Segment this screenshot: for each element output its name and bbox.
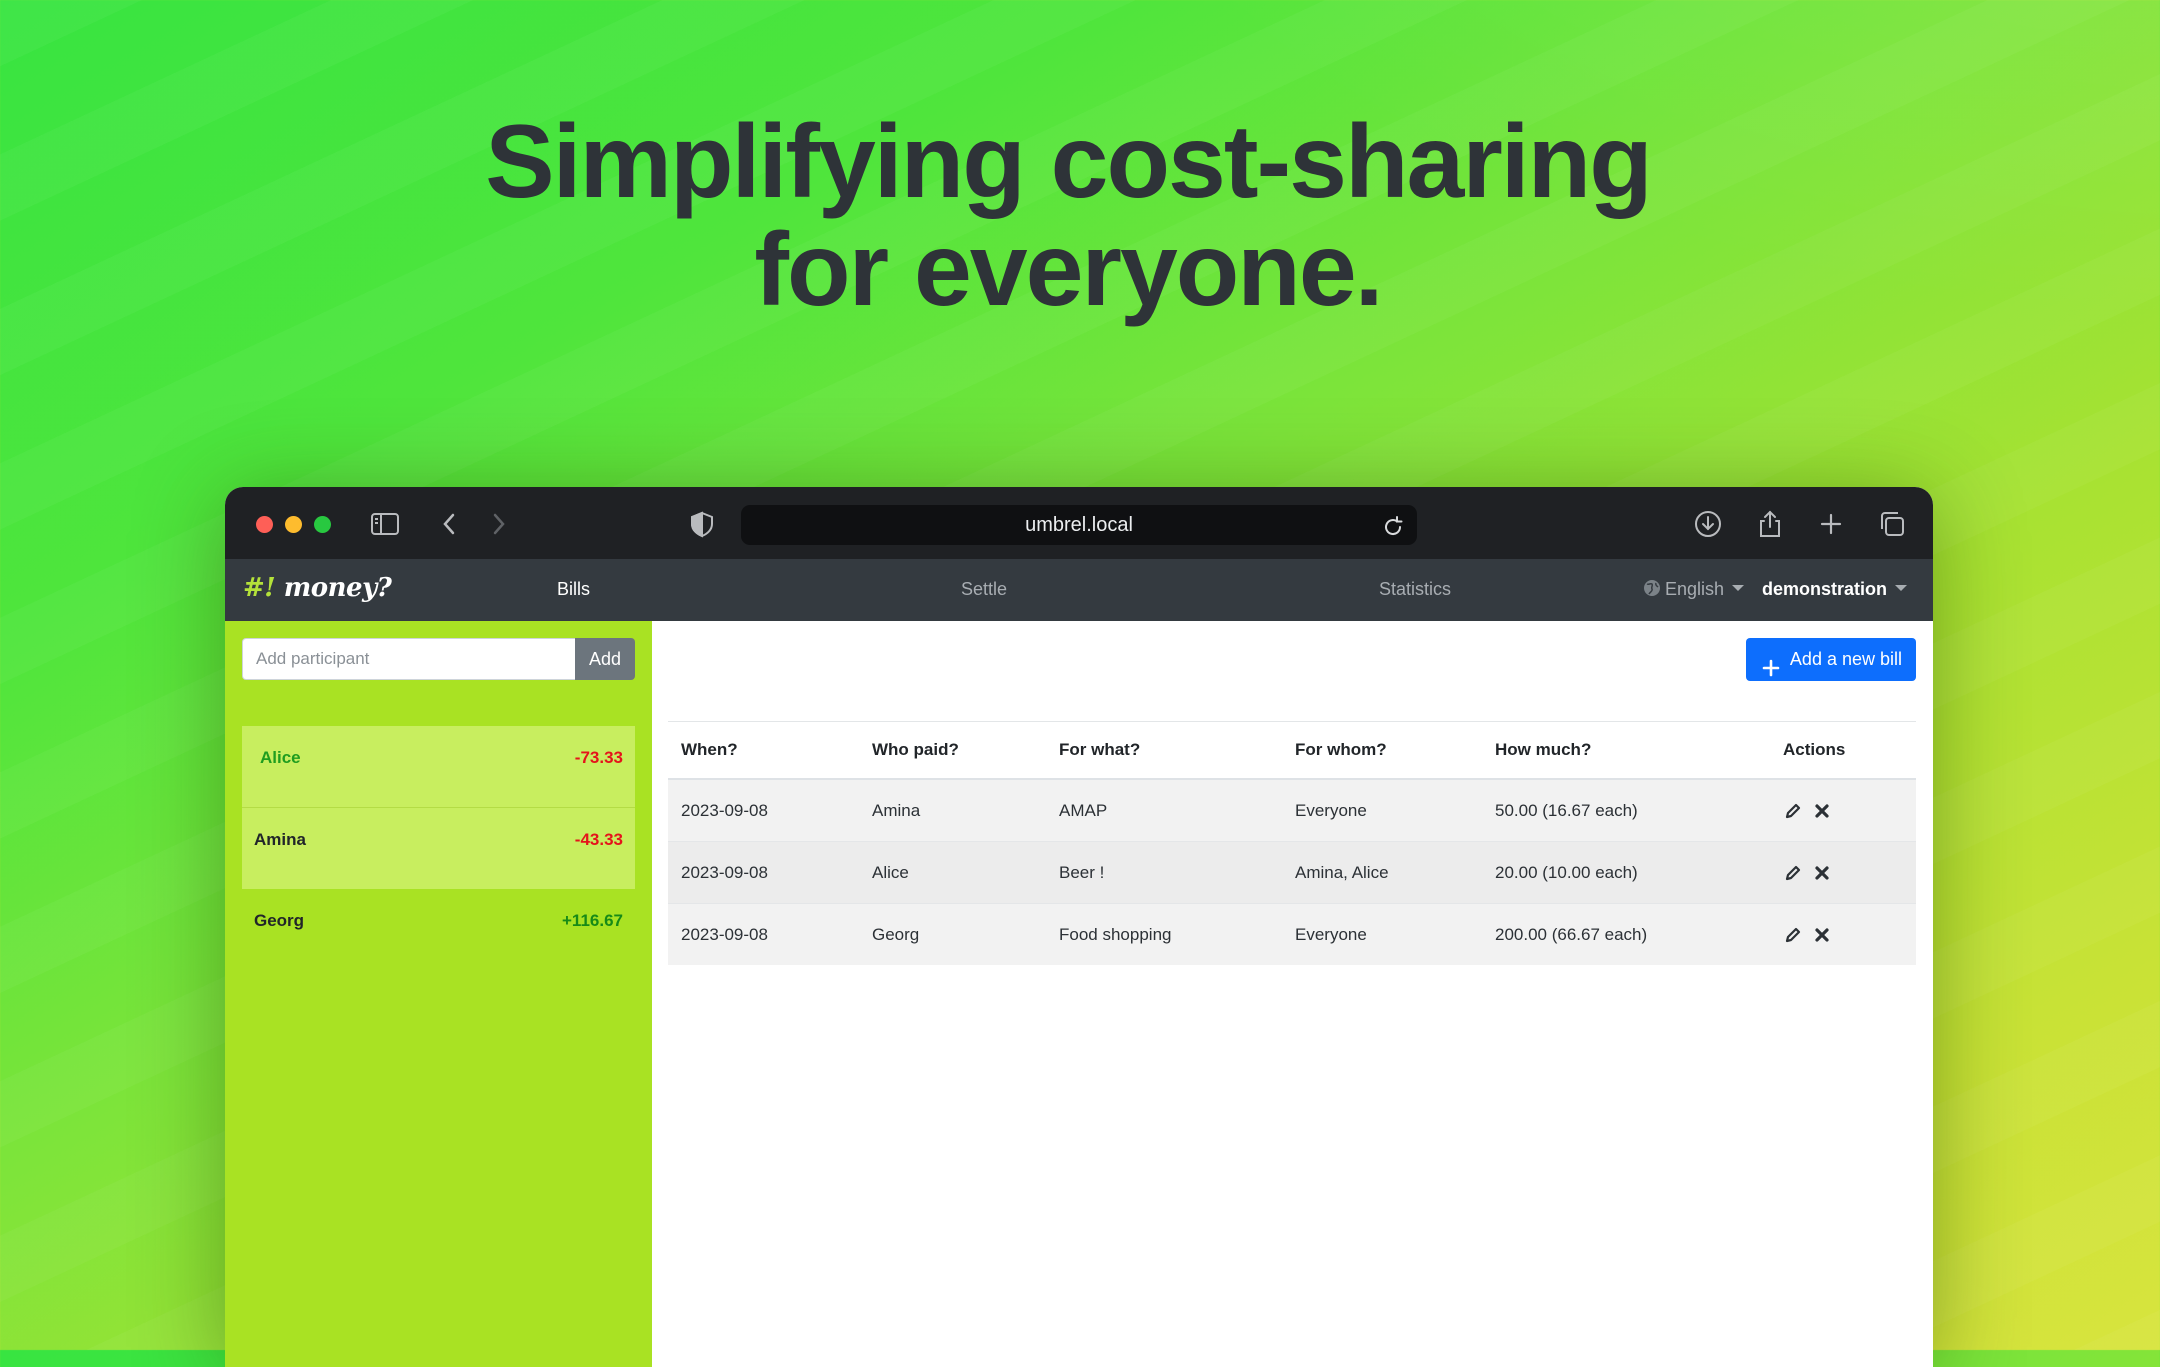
address-bar[interactable]: umbrel.local: [741, 505, 1417, 545]
column-header-for-whom: For whom?: [1282, 721, 1482, 780]
balance-list: Alice -73.33 Amina -43.33 Georg +116.67: [242, 726, 635, 970]
edit-pencil-icon[interactable]: [1783, 863, 1803, 883]
bill-owers: Amina, Alice: [1282, 841, 1482, 904]
hero-line-2: for everyone.: [754, 212, 1383, 328]
close-window-button[interactable]: [256, 516, 273, 533]
participant-name: Alice: [260, 748, 301, 767]
bill-payer: Alice: [859, 841, 1046, 904]
column-header-how-much: How much?: [1482, 721, 1770, 780]
participant-balance: -43.33: [574, 830, 623, 849]
table-row: 2023-09-08 Alice Beer ! Amina, Alice 20.…: [668, 841, 1916, 904]
bill-actions: [1770, 903, 1916, 965]
bill-actions: [1770, 841, 1916, 904]
bill-description: Beer !: [1046, 841, 1282, 904]
logo-text: money?: [283, 573, 392, 603]
column-header-for-what: For what?: [1046, 721, 1282, 780]
bill-amount: 50.00 (16.67 each): [1482, 778, 1770, 842]
hero-line-1: Simplifying cost-sharing: [485, 104, 1652, 220]
chevron-down-icon: [1732, 585, 1745, 592]
bill-date: 2023-09-08: [668, 903, 859, 965]
participants-sidebar: Add Alice -73.33 Amina -43.33 Georg +116…: [225, 621, 652, 1367]
nav-settle[interactable]: Settle: [961, 579, 1007, 600]
column-header-when: When?: [668, 721, 859, 780]
tab-overview-icon[interactable]: [1877, 509, 1907, 539]
delete-x-icon[interactable]: [1812, 863, 1832, 883]
add-participant-form: Add: [242, 638, 635, 680]
add-new-bill-label: Add a new bill: [1789, 649, 1902, 669]
table-row: 2023-09-08 Amina AMAP Everyone 50.00 (16…: [668, 778, 1916, 842]
column-header-actions: Actions: [1770, 721, 1916, 780]
plus-icon: [1762, 650, 1780, 677]
app-navbar: #! money? Bills Settle Statistics Englis…: [225, 559, 1933, 621]
participant-row[interactable]: Amina -43.33: [242, 807, 635, 889]
bill-date: 2023-09-08: [668, 841, 859, 904]
add-participant-input[interactable]: [242, 638, 575, 680]
bill-amount: 200.00 (66.67 each): [1482, 903, 1770, 965]
language-dropdown[interactable]: English: [1643, 579, 1745, 600]
participant-name: Amina: [254, 830, 306, 849]
back-arrow-icon[interactable]: [435, 509, 465, 539]
downloads-icon[interactable]: [1693, 509, 1723, 539]
project-label: demonstration: [1762, 579, 1888, 599]
project-dropdown[interactable]: demonstration: [1762, 579, 1908, 600]
participant-balance: +116.67: [562, 911, 623, 930]
logo-hash: #!: [243, 573, 276, 603]
column-header-who-paid: Who paid?: [859, 721, 1046, 780]
forward-arrow-icon[interactable]: [483, 509, 513, 539]
add-new-bill-button[interactable]: Add a new bill: [1745, 638, 1916, 681]
bills-table: When? Who paid? For what? For whom? How …: [668, 721, 1916, 965]
hero-headline: Simplifying cost-sharing for everyone.: [0, 108, 2136, 324]
table-header-row: When? Who paid? For what? For whom? How …: [668, 721, 1916, 780]
bill-payer: Georg: [859, 903, 1046, 965]
chevron-down-icon: [1895, 585, 1908, 592]
bills-panel: Add a new bill When? Who paid? For what?…: [652, 621, 1933, 1367]
bill-owers: Everyone: [1282, 903, 1482, 965]
bill-date: 2023-09-08: [668, 778, 859, 842]
nav-bills[interactable]: Bills: [557, 579, 590, 600]
address-bar-url: umbrel.local: [1025, 514, 1133, 536]
new-tab-plus-icon[interactable]: [1816, 509, 1846, 539]
bill-description: Food shopping: [1046, 903, 1282, 965]
table-row: 2023-09-08 Georg Food shopping Everyone …: [668, 903, 1916, 965]
participant-name: Georg: [254, 911, 305, 930]
browser-window: umbrel.local #! money? Bills Settle Stat…: [225, 487, 1933, 1367]
edit-pencil-icon[interactable]: [1783, 925, 1803, 945]
shield-icon[interactable]: [687, 509, 717, 539]
bill-owers: Everyone: [1282, 778, 1482, 842]
browser-titlebar: umbrel.local: [225, 487, 1933, 559]
maximize-window-button[interactable]: [314, 516, 331, 533]
edit-pencil-icon[interactable]: [1783, 801, 1803, 821]
add-participant-button[interactable]: Add: [575, 638, 635, 680]
bill-amount: 20.00 (10.00 each): [1482, 841, 1770, 904]
bill-description: AMAP: [1046, 778, 1282, 842]
delete-x-icon[interactable]: [1812, 925, 1832, 945]
globe-icon: [1643, 579, 1661, 597]
reload-icon[interactable]: [1381, 513, 1405, 537]
participant-balance: -73.33: [574, 748, 623, 767]
bill-actions: [1770, 778, 1916, 842]
delete-x-icon[interactable]: [1812, 801, 1832, 821]
app-logo[interactable]: #! money?: [243, 573, 392, 603]
app-content: Add Alice -73.33 Amina -43.33 Georg +116…: [225, 621, 1933, 1367]
participant-row[interactable]: Alice -73.33: [242, 726, 635, 807]
sidebar-toggle-icon[interactable]: [370, 509, 400, 539]
share-icon[interactable]: [1755, 509, 1785, 539]
minimize-window-button[interactable]: [285, 516, 302, 533]
nav-statistics[interactable]: Statistics: [1379, 579, 1451, 600]
bill-payer: Amina: [859, 778, 1046, 842]
participant-row[interactable]: Georg +116.67: [242, 889, 635, 970]
language-label: English: [1665, 579, 1725, 599]
